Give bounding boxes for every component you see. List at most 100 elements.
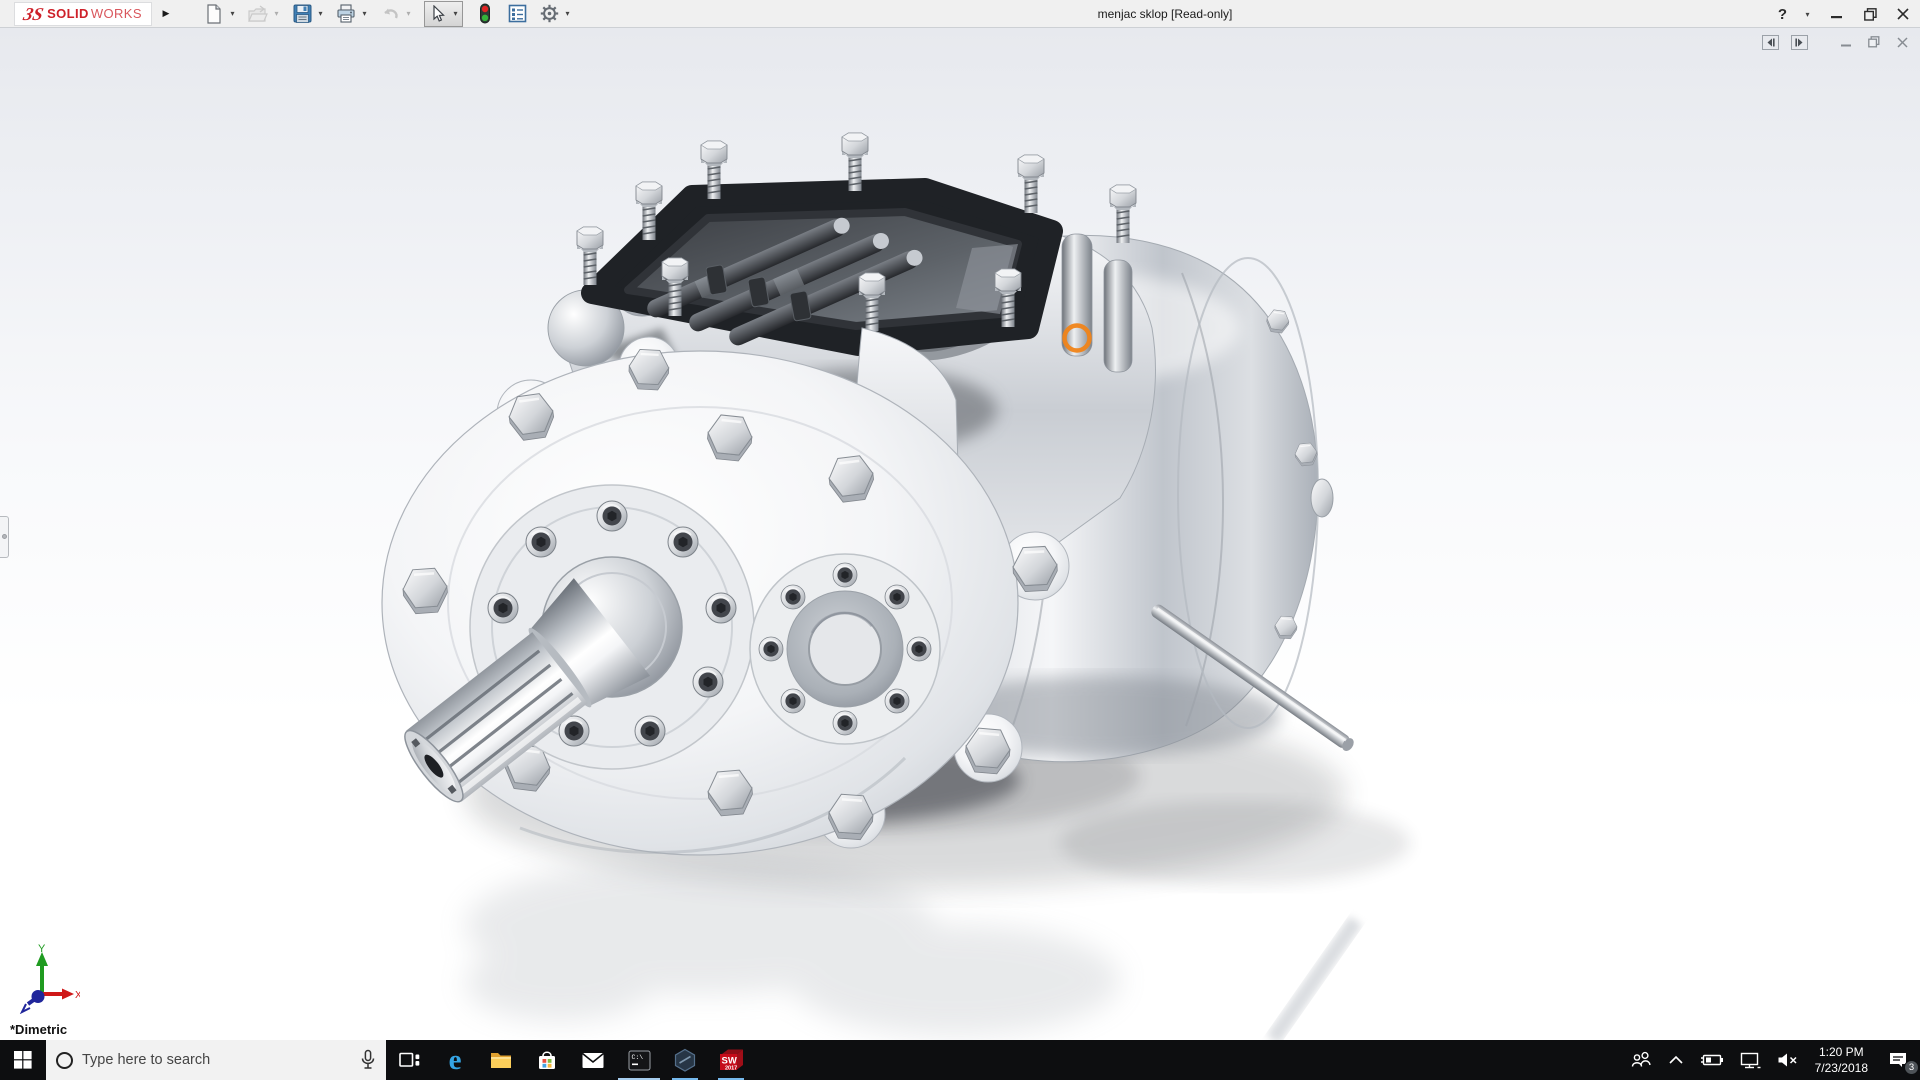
start-button[interactable] bbox=[0, 1040, 46, 1080]
chevron-up-icon bbox=[1669, 1055, 1683, 1064]
open-dropdown[interactable]: ▾ bbox=[271, 2, 282, 26]
search-input[interactable] bbox=[82, 1052, 351, 1068]
print-icon bbox=[337, 4, 355, 23]
traffic-light-icon bbox=[480, 3, 490, 24]
speaker-muted-icon bbox=[1778, 1053, 1797, 1067]
solidworks-2017-icon: SW 2017 bbox=[720, 1049, 743, 1071]
document-title: menjac sklop [Read-only] bbox=[1097, 7, 1233, 21]
file-explorer-icon bbox=[491, 1053, 511, 1068]
rebuild-traffic-light-button[interactable] bbox=[473, 2, 497, 26]
file-properties-button[interactable] bbox=[505, 2, 529, 26]
solidworks-logo-solid: SOLID bbox=[47, 6, 89, 21]
save-button[interactable] bbox=[290, 2, 314, 26]
people-icon bbox=[1631, 1051, 1651, 1067]
doc-restore-button[interactable] bbox=[1866, 34, 1882, 50]
select-tool-dropdown[interactable]: ▾ bbox=[450, 2, 461, 26]
windows-logo-icon bbox=[14, 1051, 32, 1069]
view-orientation-label: *Dimetric bbox=[10, 1022, 68, 1037]
cmd-prompt-glyph: C:\ bbox=[631, 1054, 643, 1061]
notification-badge: 3 bbox=[1904, 1060, 1919, 1075]
menu-expand-icon: ▶ bbox=[162, 8, 170, 18]
gearbox-model[interactable] bbox=[0, 28, 1920, 1040]
microphone-icon[interactable] bbox=[360, 1049, 376, 1071]
feature-pane-splitter-handle[interactable] bbox=[0, 516, 9, 558]
volume-button[interactable] bbox=[1769, 1040, 1807, 1080]
network-button[interactable] bbox=[1732, 1040, 1769, 1080]
pane-left-icon bbox=[1767, 38, 1775, 46]
undo-icon bbox=[384, 8, 398, 18]
tray-overflow-button[interactable] bbox=[1660, 1040, 1692, 1080]
taskbar-search[interactable] bbox=[46, 1040, 386, 1080]
action-center-button[interactable]: 3 bbox=[1876, 1040, 1920, 1080]
doc-minimize-icon bbox=[1840, 44, 1851, 46]
orientation-triad: Y X bbox=[19, 943, 80, 1014]
pane-right-button[interactable] bbox=[1791, 34, 1808, 50]
open-button[interactable] bbox=[246, 2, 270, 26]
new-document-button[interactable] bbox=[202, 2, 226, 26]
taskbar-file-explorer-button[interactable] bbox=[478, 1040, 524, 1080]
minimize-button[interactable] bbox=[1828, 4, 1846, 24]
edge-icon: e bbox=[448, 1043, 462, 1076]
task-view-button[interactable] bbox=[386, 1040, 432, 1080]
taskbar-cmd-button[interactable]: C:\ bbox=[616, 1040, 662, 1080]
taskbar-edge-button[interactable]: e bbox=[432, 1040, 478, 1080]
doc-close-icon bbox=[1896, 36, 1908, 48]
save-icon bbox=[293, 4, 311, 23]
minimize-icon bbox=[1831, 16, 1842, 19]
task-view-icon bbox=[398, 1052, 419, 1067]
title-bar: 3S SOLID WORKS ▶ ▾ ▾ ▾ ▾ ▾ ▾ ▾ menjac sk… bbox=[0, 0, 1920, 28]
taskbar-mail-button[interactable] bbox=[570, 1040, 616, 1080]
taskbar-hexagon-app-button[interactable] bbox=[662, 1040, 708, 1080]
windows-taskbar: e C:\ bbox=[0, 1040, 1920, 1080]
gear-icon bbox=[540, 4, 558, 23]
close-button[interactable] bbox=[1894, 4, 1912, 24]
help-button[interactable]: ? bbox=[1778, 6, 1787, 23]
solidworks-logo-works: WORKS bbox=[90, 6, 142, 21]
close-icon bbox=[1897, 8, 1909, 20]
hexagon-app-icon bbox=[674, 1048, 696, 1072]
open-icon bbox=[248, 4, 268, 22]
options-dropdown[interactable]: ▾ bbox=[562, 2, 573, 26]
taskbar-store-button[interactable] bbox=[524, 1040, 570, 1080]
select-tool-button[interactable] bbox=[426, 2, 450, 26]
menu-expand-button[interactable]: ▶ bbox=[156, 2, 176, 26]
graphics-area[interactable]: Y X *Dimetric bbox=[0, 28, 1920, 1040]
options-button[interactable] bbox=[537, 2, 561, 26]
cortana-icon bbox=[56, 1051, 73, 1069]
sw-icon-year: 2017 bbox=[725, 1065, 737, 1071]
taskbar-solidworks-button[interactable]: SW 2017 bbox=[708, 1040, 754, 1080]
clock-date: 7/23/2018 bbox=[1814, 1061, 1868, 1075]
help-dropdown[interactable]: ▾ bbox=[1802, 2, 1813, 26]
save-dropdown[interactable]: ▾ bbox=[315, 2, 326, 26]
print-button[interactable] bbox=[334, 2, 358, 26]
battery-charging-icon bbox=[1700, 1054, 1723, 1066]
clock-time: 1:20 PM bbox=[1818, 1044, 1864, 1059]
restore-button[interactable] bbox=[1861, 4, 1879, 24]
file-properties-icon bbox=[508, 4, 526, 23]
undo-button[interactable] bbox=[378, 2, 402, 26]
solidworks-logo-mark: 3S bbox=[21, 3, 46, 24]
triad-x-label: X bbox=[75, 990, 80, 1001]
new-document-icon bbox=[207, 3, 221, 24]
undo-dropdown[interactable]: ▾ bbox=[403, 2, 414, 26]
window-controls: ? ▾ bbox=[1778, 0, 1912, 28]
pane-left-button[interactable] bbox=[1762, 34, 1779, 50]
doc-minimize-button[interactable] bbox=[1838, 34, 1854, 50]
select-cursor-icon bbox=[433, 4, 445, 22]
print-dropdown[interactable]: ▾ bbox=[359, 2, 370, 26]
system-tray: 1:20 PM 7/23/2018 3 bbox=[1622, 1040, 1920, 1080]
doc-restore-icon bbox=[1868, 36, 1880, 48]
new-document-dropdown[interactable]: ▾ bbox=[227, 2, 238, 26]
select-tool-group: ▾ bbox=[424, 0, 463, 27]
battery-button[interactable] bbox=[1692, 1040, 1732, 1080]
doc-close-button[interactable] bbox=[1894, 34, 1910, 50]
document-window-controls bbox=[1762, 34, 1910, 50]
microsoft-store-icon bbox=[539, 1051, 555, 1069]
part-side-cover[interactable] bbox=[749, 553, 941, 745]
splitter-dot bbox=[2, 534, 7, 539]
taskbar-clock[interactable]: 1:20 PM 7/23/2018 bbox=[1807, 1044, 1876, 1076]
solidworks-window: 3S SOLID WORKS ▶ ▾ ▾ ▾ ▾ ▾ ▾ ▾ menjac sk… bbox=[0, 0, 1920, 1080]
people-button[interactable] bbox=[1622, 1040, 1660, 1080]
quick-access-toolbar: ▾ ▾ ▾ ▾ ▾ ▾ ▾ bbox=[202, 0, 573, 27]
solidworks-logo: 3S SOLID WORKS bbox=[14, 1, 152, 26]
